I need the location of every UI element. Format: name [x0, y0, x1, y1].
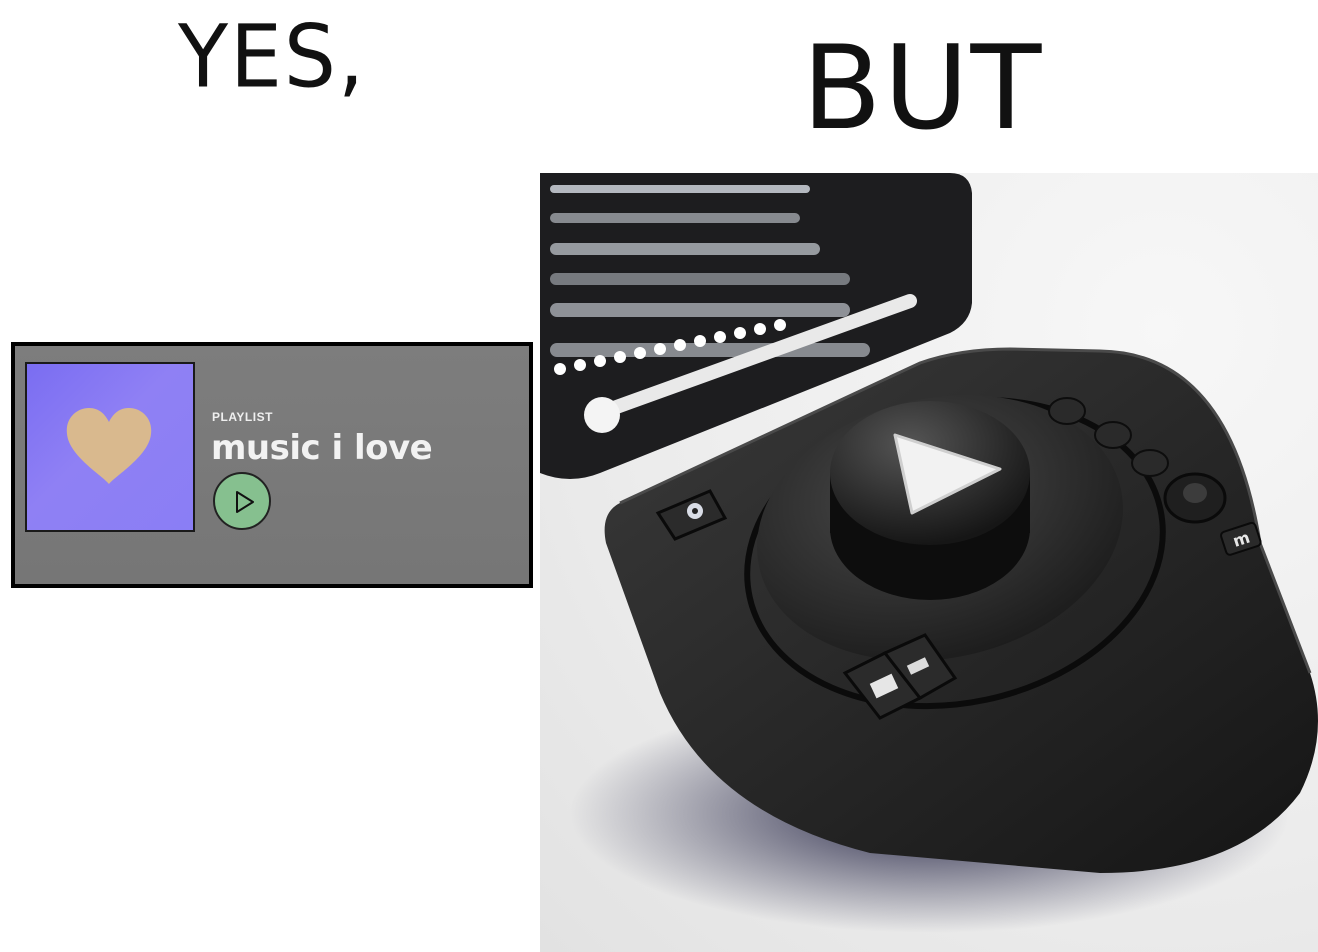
playlist-title: music i love: [211, 428, 433, 468]
heart-icon: [66, 408, 152, 484]
play-icon: [236, 491, 254, 513]
playlist-cover: [25, 362, 195, 532]
turntable-illustration: m: [540, 173, 1318, 952]
play-button[interactable]: [213, 472, 271, 530]
yes-heading: YES,: [178, 7, 367, 108]
playlist-kind-label: PLAYLIST: [212, 410, 273, 424]
but-heading: BUT: [802, 21, 1044, 156]
playlist-card[interactable]: PLAYLIST music i love: [11, 342, 533, 588]
turntable-drawing: m: [540, 173, 1318, 933]
